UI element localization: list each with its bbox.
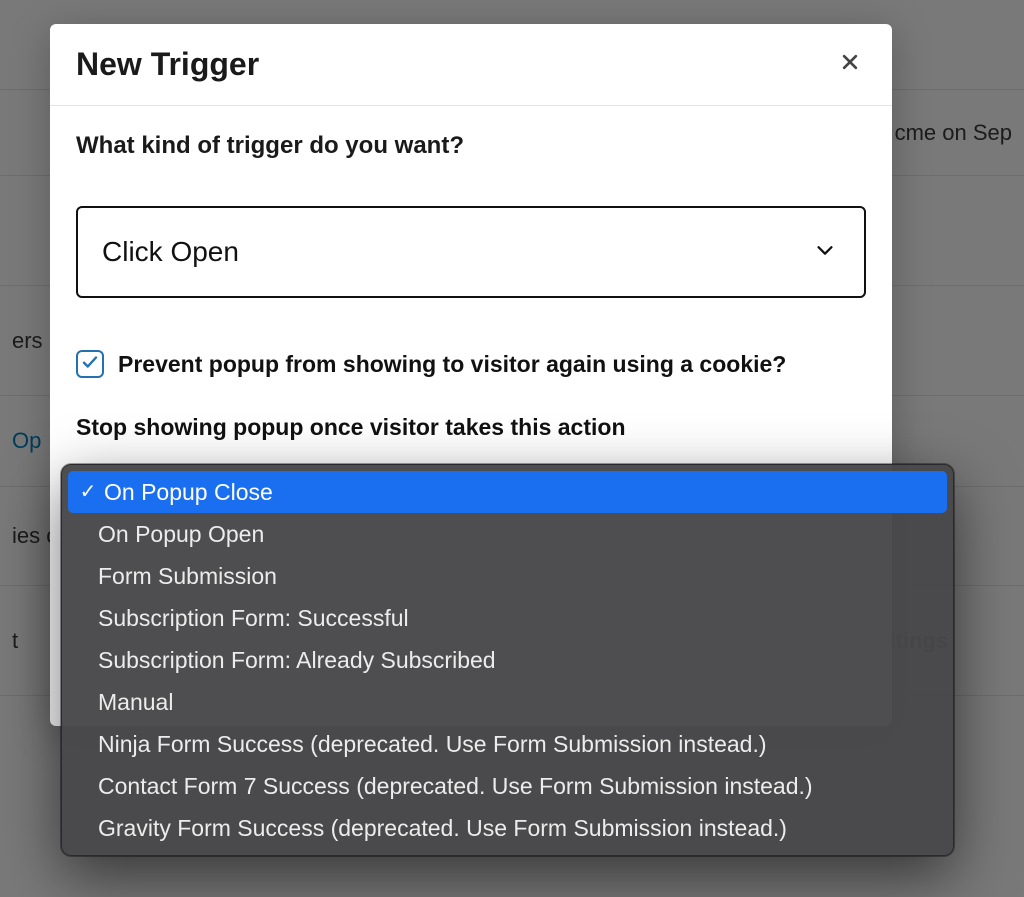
trigger-question: What kind of trigger do you want? — [76, 132, 866, 160]
dropdown-option[interactable]: Subscription Form: Already Subscribed — [62, 639, 953, 681]
dropdown-option-label: Ninja Form Success (deprecated. Use Form… — [98, 731, 767, 758]
dropdown-option[interactable]: Manual — [62, 681, 953, 723]
dropdown-option[interactable]: Contact Form 7 Success (deprecated. Use … — [62, 765, 953, 807]
modal-close-button[interactable] — [834, 49, 866, 81]
dropdown-option-label: Subscription Form: Already Subscribed — [98, 647, 496, 674]
dropdown-option-label: On Popup Close — [104, 479, 273, 506]
stop-action-label: Stop showing popup once visitor takes th… — [76, 414, 866, 441]
dropdown-option-label: Contact Form 7 Success (deprecated. Use … — [98, 773, 813, 800]
check-icon — [81, 353, 99, 376]
dropdown-option-label: Gravity Form Success (deprecated. Use Fo… — [98, 815, 787, 842]
prevent-cookie-label: Prevent popup from showing to visitor ag… — [118, 351, 786, 378]
trigger-type-value: Click Open — [102, 236, 239, 268]
modal-header: New Trigger — [50, 24, 892, 106]
dropdown-option-label: Form Submission — [98, 563, 277, 590]
dropdown-option[interactable]: Gravity Form Success (deprecated. Use Fo… — [62, 807, 953, 849]
dropdown-option[interactable]: Form Submission — [62, 555, 953, 597]
dropdown-option[interactable]: On Popup Open — [62, 513, 953, 555]
prevent-cookie-row: Prevent popup from showing to visitor ag… — [76, 350, 866, 378]
stop-action-dropdown[interactable]: ✓ On Popup Close On Popup Open Form Submiss… — [61, 464, 954, 856]
prevent-cookie-checkbox[interactable] — [76, 350, 104, 378]
dropdown-option-label: Manual — [98, 689, 173, 716]
dropdown-option-label: On Popup Open — [98, 521, 264, 548]
chevron-down-icon — [814, 236, 836, 268]
dropdown-option[interactable]: Subscription Form: Successful — [62, 597, 953, 639]
trigger-type-select[interactable]: Click Open — [76, 206, 866, 298]
close-icon — [840, 52, 860, 77]
modal-title: New Trigger — [76, 46, 259, 83]
checkmark-icon: ✓ — [78, 482, 98, 502]
dropdown-option-label: Subscription Form: Successful — [98, 605, 409, 632]
dropdown-option[interactable]: Ninja Form Success (deprecated. Use Form… — [62, 723, 953, 765]
dropdown-option[interactable]: ✓ On Popup Close — [68, 471, 947, 513]
